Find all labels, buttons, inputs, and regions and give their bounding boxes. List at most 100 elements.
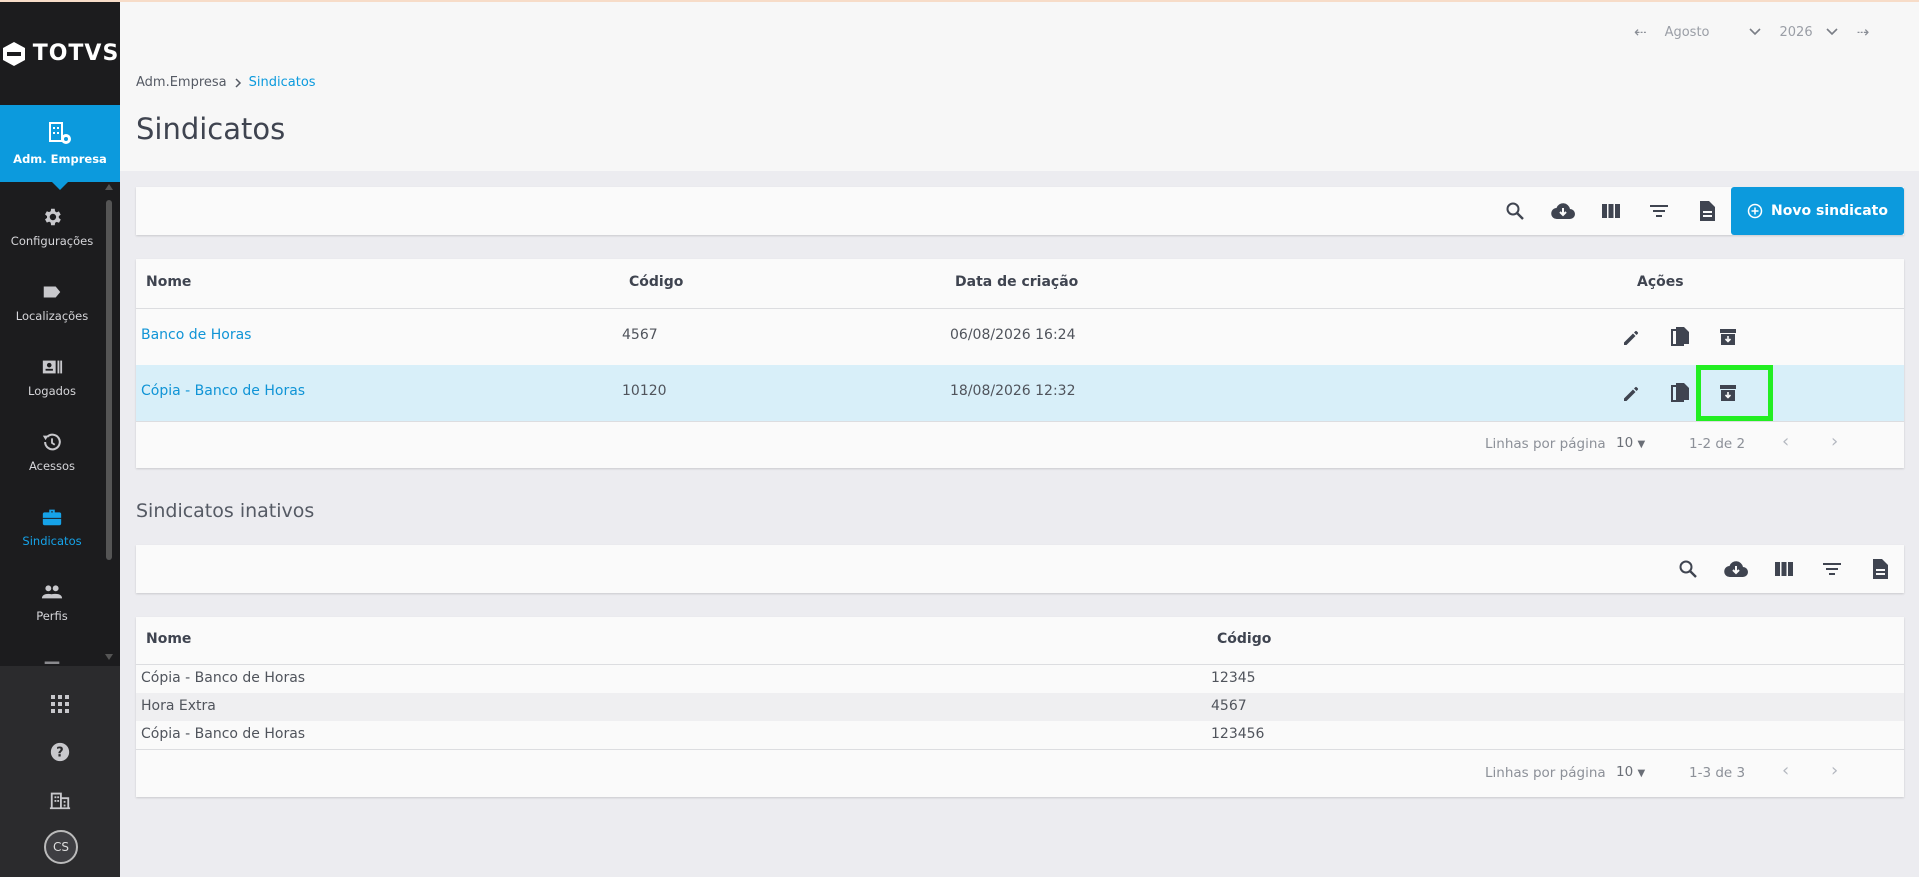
column-header-codigo[interactable]: Código (629, 274, 683, 290)
page-title: Sindicatos (136, 112, 286, 146)
copy-icon[interactable] (1666, 379, 1694, 407)
column-header-nome[interactable]: Nome (146, 631, 191, 647)
table-row[interactable]: Cópia - Banco de Horas 123456 (136, 721, 1904, 749)
column-header-data-criacao[interactable]: Data de criação (955, 274, 1078, 290)
rows-per-page-label: Linhas por página (1485, 765, 1606, 781)
inactive-sindicato-code: 123456 (1211, 726, 1265, 742)
svg-text:?: ? (56, 746, 63, 761)
sidebar-item-more[interactable] (0, 632, 104, 664)
inactive-sindicato-name: Cópia - Banco de Horas (141, 670, 306, 686)
rows-per-page-label: Linhas por página (1485, 436, 1606, 452)
active-sindicatos-table: Nome Código Data de criação Ações Banco … (136, 259, 1904, 468)
sidebar-item-localizacoes[interactable]: Localizações (0, 257, 104, 332)
edit-icon[interactable] (1618, 379, 1646, 407)
sidebar-item-acessos[interactable]: Acessos (0, 407, 104, 482)
sidebar-nav-list: Configurações Localizações Logados Acess… (0, 182, 104, 664)
previous-page-icon[interactable]: ‹ (1782, 431, 1789, 452)
chevron-right-icon (233, 77, 243, 88)
table-header: Nome Código Data de criação Ações (136, 259, 1904, 308)
cloud-download-icon[interactable] (1724, 557, 1748, 581)
table-row[interactable]: Hora Extra 4567 (136, 693, 1904, 721)
archive-icon[interactable] (1714, 323, 1742, 351)
rows-per-page-select[interactable]: 10 ▼ (1616, 435, 1645, 451)
previous-period-icon[interactable]: ⇠ (1634, 23, 1647, 41)
sindicato-name-link[interactable]: Cópia - Banco de Horas (141, 383, 305, 399)
column-header-nome[interactable]: Nome (146, 274, 191, 290)
filter-icon[interactable] (1820, 557, 1844, 581)
briefcase-icon (41, 656, 63, 664)
document-icon[interactable] (1695, 199, 1719, 223)
filter-icon[interactable] (1647, 199, 1671, 223)
breadcrumb-current[interactable]: Sindicatos (249, 75, 316, 90)
edit-icon[interactable] (1618, 323, 1646, 351)
previous-page-icon[interactable]: ‹ (1782, 760, 1789, 781)
help-icon: ? (50, 742, 70, 762)
sindicato-created: 06/08/2026 16:24 (950, 327, 1076, 343)
search-icon[interactable] (1676, 557, 1700, 581)
sidebar-item-logados[interactable]: Logados (0, 332, 104, 407)
column-header-codigo[interactable]: Código (1217, 631, 1271, 647)
gear-icon (41, 206, 63, 232)
sidebar-item-label: Perfis (36, 609, 68, 623)
pagination-range: 1-2 de 2 (1689, 436, 1746, 452)
focus-highlight-box (1696, 365, 1773, 421)
chevron-down-icon[interactable] (1825, 25, 1839, 39)
year-select[interactable]: 2026 (1780, 25, 1813, 40)
sidebar-item-label: Logados (28, 384, 76, 398)
rows-per-page-value: 10 (1616, 764, 1634, 780)
inactive-section-title: Sindicatos inativos (136, 500, 315, 522)
column-header-acoes: Ações (1637, 274, 1684, 290)
next-period-icon[interactable]: ⇢ (1857, 23, 1870, 41)
briefcase-icon (41, 506, 63, 532)
document-icon[interactable] (1868, 557, 1892, 581)
apps-grid-button[interactable] (44, 688, 76, 720)
badge-icon (41, 356, 63, 382)
next-page-icon[interactable]: › (1831, 760, 1838, 781)
history-icon (41, 431, 63, 457)
table-row-selected[interactable]: Cópia - Banco de Horas 10120 18/08/2026 … (136, 365, 1904, 421)
divider (136, 749, 1904, 750)
totvs-logo[interactable]: TOTVS (0, 2, 120, 105)
table-row[interactable]: Banco de Horas 4567 06/08/2026 16:24 (136, 309, 1904, 365)
avatar[interactable]: CS (44, 830, 78, 864)
month-select[interactable]: Agosto (1665, 25, 1710, 40)
breadcrumb-parent[interactable]: Adm.Empresa (136, 75, 227, 90)
brand-name: TOTVS (32, 41, 120, 66)
caret-down-icon: ▼ (1637, 439, 1646, 450)
scrollbar-thumb[interactable] (106, 200, 112, 560)
scroll-up-icon[interactable] (105, 184, 113, 190)
company-button[interactable] (44, 784, 76, 816)
sidebar-item-adm-empresa[interactable]: Adm. Empresa (0, 105, 120, 190)
next-page-icon[interactable]: › (1831, 431, 1838, 452)
search-icon[interactable] (1503, 199, 1527, 223)
sindicato-created: 18/08/2026 12:32 (950, 383, 1076, 399)
scroll-down-icon[interactable] (105, 654, 113, 660)
sidebar-item-perfis[interactable]: Perfis (0, 557, 104, 632)
breadcrumb: Adm.Empresa Sindicatos (136, 75, 316, 90)
rows-per-page-select[interactable]: 10 ▼ (1616, 764, 1645, 780)
sidebar-item-label: Localizações (15, 309, 89, 323)
chevron-down-icon[interactable] (1748, 25, 1762, 39)
rows-per-page-value: 10 (1616, 435, 1634, 451)
help-button[interactable]: ? (44, 736, 76, 768)
columns-icon[interactable] (1772, 557, 1796, 581)
caret-down-icon: ▼ (1637, 768, 1646, 779)
new-sindicato-label: Novo sindicato (1771, 203, 1888, 219)
table-row[interactable]: Cópia - Banco de Horas 12345 (136, 665, 1904, 693)
copy-icon[interactable] (1666, 323, 1694, 351)
sidebar-item-configuracoes[interactable]: Configurações (0, 182, 104, 257)
cloud-download-icon[interactable] (1551, 199, 1575, 223)
divider (136, 421, 1904, 422)
sindicato-name-link[interactable]: Banco de Horas (141, 327, 251, 343)
sindicato-code: 4567 (622, 327, 658, 343)
plus-circle-icon (1747, 203, 1763, 219)
new-sindicato-button[interactable]: Novo sindicato (1731, 187, 1904, 235)
sidebar-scrollbar[interactable] (104, 184, 113, 664)
columns-icon[interactable] (1599, 199, 1623, 223)
sidebar-item-label: Sindicatos (22, 534, 82, 548)
sidebar-item-sindicatos[interactable]: Sindicatos (0, 482, 104, 557)
sidebar-item-label: Acessos (28, 459, 76, 473)
inactive-sindicato-code: 12345 (1211, 670, 1256, 686)
pagination-range: 1-3 de 3 (1689, 765, 1746, 781)
active-table-toolbar (136, 187, 1904, 235)
